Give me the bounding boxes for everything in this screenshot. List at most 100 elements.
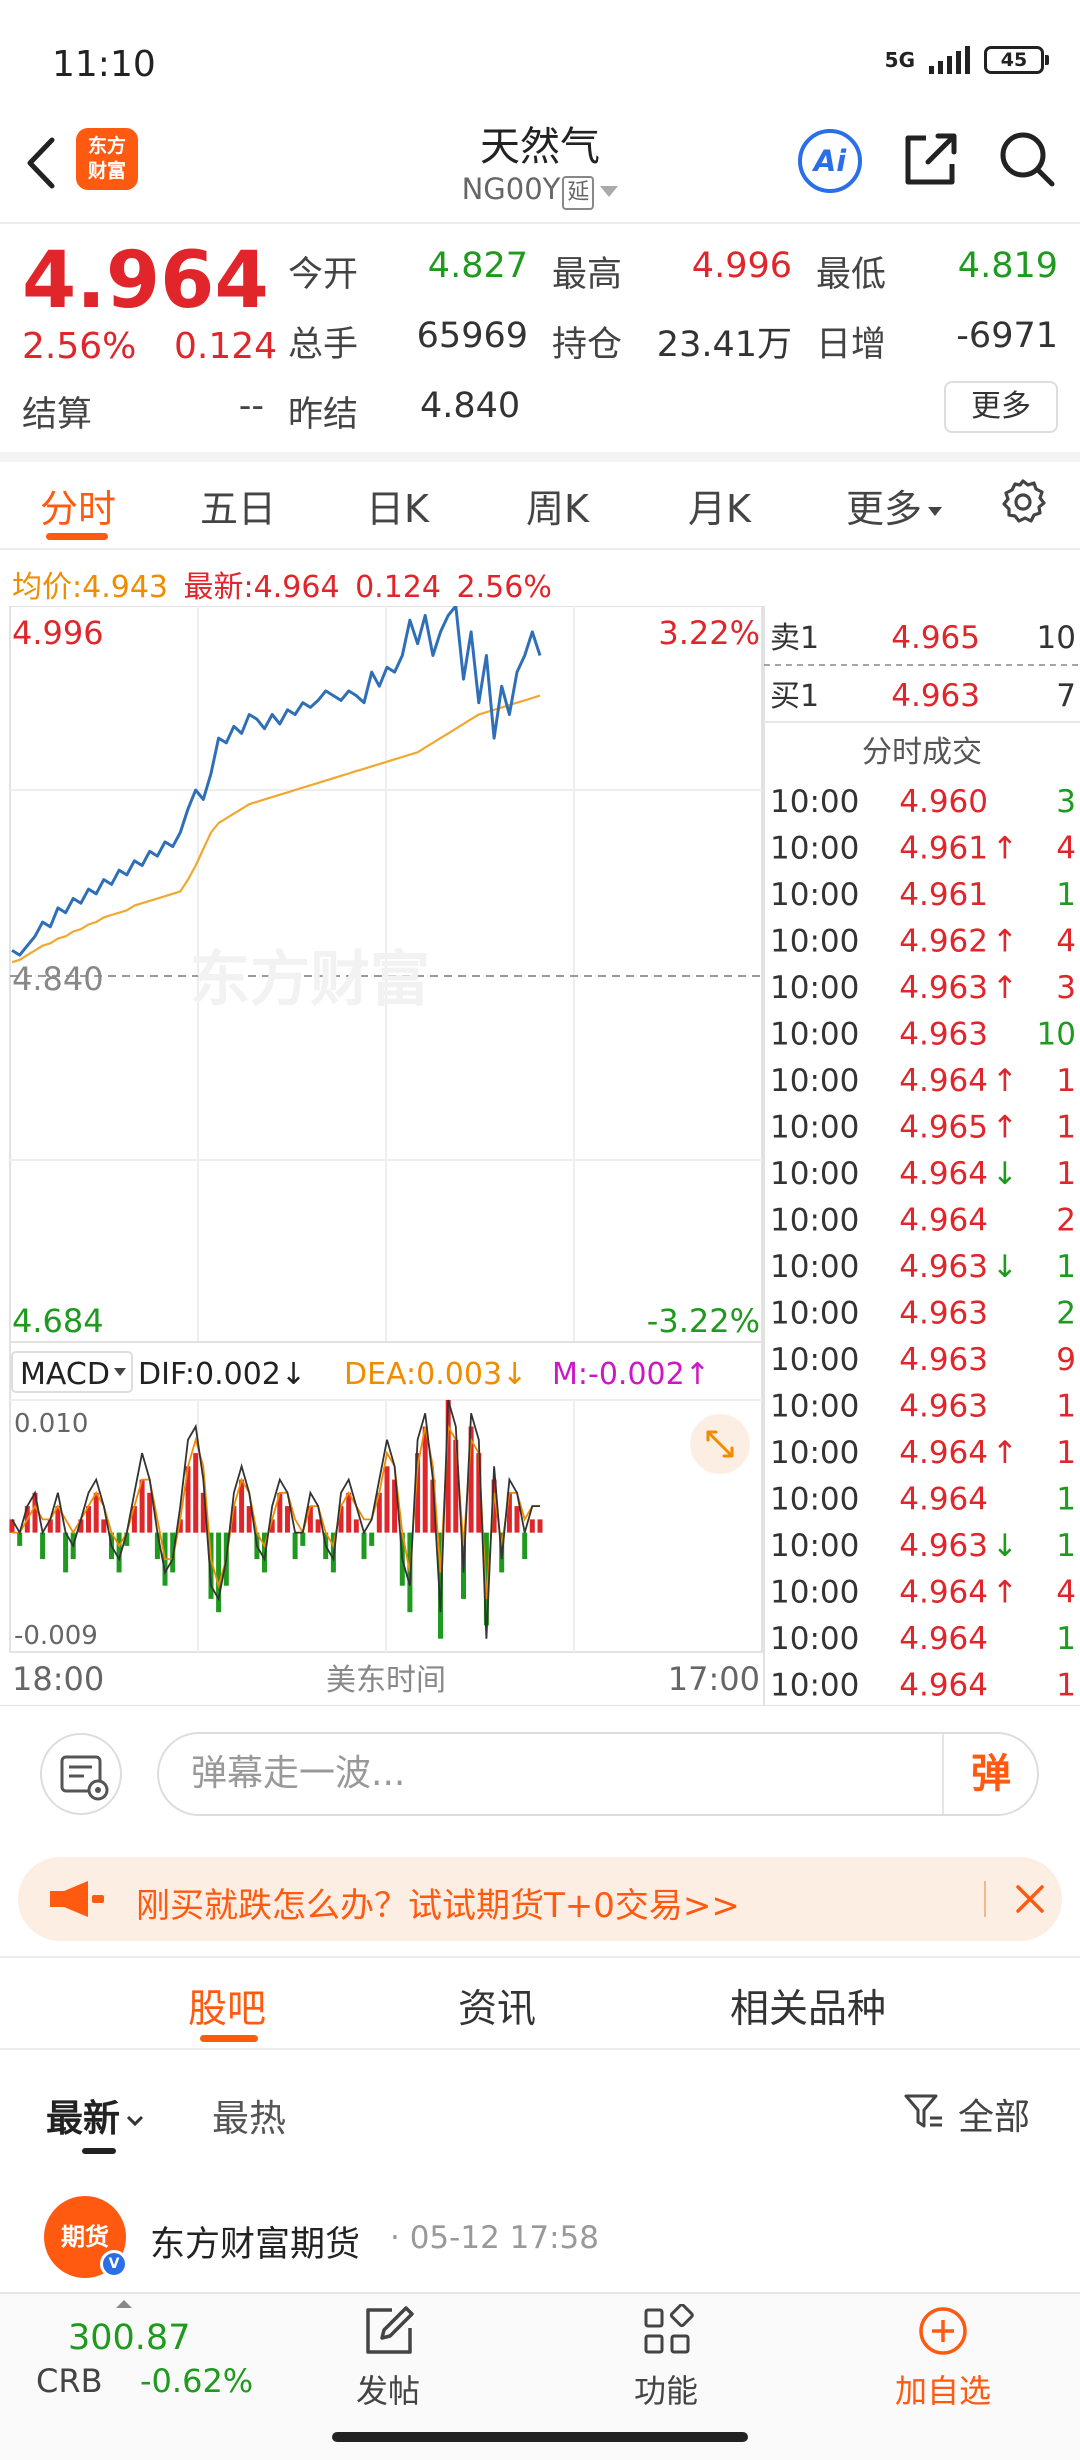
buy1-price: 4.963 (891, 678, 980, 714)
signal-icon (929, 46, 970, 74)
promo-banner[interactable]: 刚买就跌怎么办？试试期货T+0交易>> (18, 1857, 1062, 1941)
trade-price: 4.964 (899, 1203, 988, 1239)
index-name[interactable]: CRB (36, 2362, 103, 2400)
sort-newest[interactable]: 最新 (46, 2088, 146, 2142)
trade-time: 10:00 (770, 1575, 859, 1611)
y-min-label: 4.684 (12, 1302, 104, 1340)
tab-monthly-k[interactable]: 月K (688, 478, 751, 533)
tab-active-indicator (46, 533, 108, 540)
tab-daily-k[interactable]: 日K (366, 478, 429, 533)
tab-related-products[interactable]: 相关品种 (730, 1978, 886, 2034)
danmu-toggle-button[interactable] (40, 1733, 122, 1815)
close-icon[interactable] (1010, 1879, 1050, 1919)
trade-time: 10:00 (770, 924, 859, 960)
macd-m: M:-0.002↑ (552, 1357, 710, 1392)
tab-five-day[interactable]: 五日 (200, 478, 276, 533)
nav-functions-button[interactable]: 功能 (616, 2304, 716, 2414)
section-gap (0, 452, 1080, 462)
macd-bar (384, 1466, 390, 1533)
open-label: 今开 (288, 255, 359, 295)
trade-price: 4.964 (899, 1156, 988, 1192)
trade-volume: 1 (1056, 1156, 1076, 1192)
trades-list[interactable]: 10:00 4.960 310:00 4.961 ↑ 410:00 4.961 110:00 4… (770, 784, 1076, 1704)
trade-price: 4.964 (899, 1482, 988, 1518)
tab-guba[interactable]: 股吧 (188, 1978, 266, 2034)
pct-min-label: -3.22% (647, 1302, 760, 1340)
tab-news[interactable]: 资讯 (458, 1978, 536, 2034)
trade-price: 4.963 (899, 1296, 988, 1332)
macd-header: MACD DIF:0.002↓ DEA:0.003↓ M:-0.002↑ (11, 1351, 710, 1393)
y-max-label: 4.996 (12, 614, 104, 652)
danmu-send-button[interactable]: 弹 (942, 1734, 1038, 1814)
trade-price: 4.963 (899, 1389, 988, 1425)
macd-bar (353, 1519, 359, 1533)
info-change-pct: 2.56% (456, 570, 552, 605)
tab-more[interactable]: 更多 (846, 478, 943, 533)
caret-up-icon (116, 2300, 132, 2308)
nav-add-watchlist-button[interactable]: 加自选 (878, 2304, 1008, 2414)
latest-value: 4.964 (253, 570, 340, 605)
trade-arrow: ↑ (992, 970, 1018, 1006)
trade-arrow: ↑ (992, 1110, 1018, 1146)
tab-active-indicator (200, 2035, 258, 2042)
trade-volume: 1 (1056, 1528, 1076, 1564)
trade-price: 4.963 (899, 1017, 988, 1053)
x-start-label: 18:00 (12, 1660, 104, 1698)
index-change[interactable]: -0.62% (140, 2362, 253, 2400)
intraday-chart[interactable]: 东方财富 4.996 4.840 4.684 3.22% -3.22% MACD… (0, 606, 1080, 1706)
trades-title: 分时成交 (862, 735, 982, 770)
macd-bar (63, 1532, 69, 1573)
filter-icon (904, 2094, 942, 2128)
nav-post-button[interactable]: 发帖 (338, 2304, 438, 2414)
macd-bar (529, 1519, 535, 1533)
high-value: 4.996 (691, 246, 792, 286)
macd-bar (300, 1532, 306, 1546)
sell1-price: 4.965 (891, 620, 980, 656)
trade-price: 4.964 (899, 1668, 988, 1704)
danmu-input[interactable]: 弹幕走一波... (157, 1732, 1039, 1816)
trade-volume: 1 (1056, 1482, 1076, 1518)
trade-time: 10:00 (770, 1482, 859, 1518)
macd-dea: DEA:0.003↓ (344, 1357, 527, 1392)
trade-time: 10:00 (770, 1017, 859, 1053)
ai-button[interactable]: Ai (798, 129, 862, 193)
macd-ymin-label: -0.009 (14, 1621, 98, 1651)
trade-time: 10:00 (770, 970, 859, 1006)
macd-bar (522, 1532, 528, 1560)
trade-price: 4.963 (899, 1528, 988, 1564)
trade-time: 10:00 (770, 1063, 859, 1099)
tab-more-label: 更多 (846, 487, 923, 531)
macd-dif: DIF:0.002↓ (138, 1357, 306, 1392)
verified-badge-icon: V (100, 2250, 128, 2278)
more-quote-button[interactable]: 更多 (944, 381, 1058, 433)
status-time: 11:10 (52, 44, 156, 85)
contract-code: NG00Y (461, 172, 561, 206)
buy1-label: 买1 (770, 679, 819, 714)
network-label: 5G (884, 48, 915, 72)
expand-chart-button[interactable] (690, 1414, 750, 1474)
volume-label: 总手 (288, 325, 359, 365)
battery-icon: 45 (984, 46, 1049, 74)
trade-time: 10:00 (770, 1110, 859, 1146)
divider (0, 1956, 1080, 1958)
post-author[interactable]: 东方财富期货 (150, 2216, 360, 2267)
trade-time: 10:00 (770, 877, 859, 913)
trade-volume: 1 (1056, 1389, 1076, 1425)
share-button[interactable] (900, 128, 962, 190)
trade-volume: 10 (1037, 1017, 1076, 1053)
sort-hottest[interactable]: 最热 (212, 2088, 286, 2142)
chart-settings-button[interactable] (998, 476, 1048, 526)
trade-arrow: ↑ (992, 1063, 1018, 1099)
index-value[interactable]: 300.87 (68, 2318, 190, 2358)
tab-weekly-k[interactable]: 周K (526, 478, 589, 533)
macd-dif-line (11, 1399, 540, 1639)
latest-label: 最新: (183, 570, 254, 605)
tab-intraday[interactable]: 分时 (40, 478, 116, 533)
macd-bar (193, 1453, 199, 1533)
trade-price: 4.963 (899, 970, 988, 1006)
trade-arrow: ↑ (992, 1575, 1018, 1611)
divider (0, 548, 1080, 550)
trade-price: 4.963 (899, 1249, 988, 1285)
edit-icon (366, 2306, 414, 2354)
search-button[interactable] (996, 128, 1058, 190)
